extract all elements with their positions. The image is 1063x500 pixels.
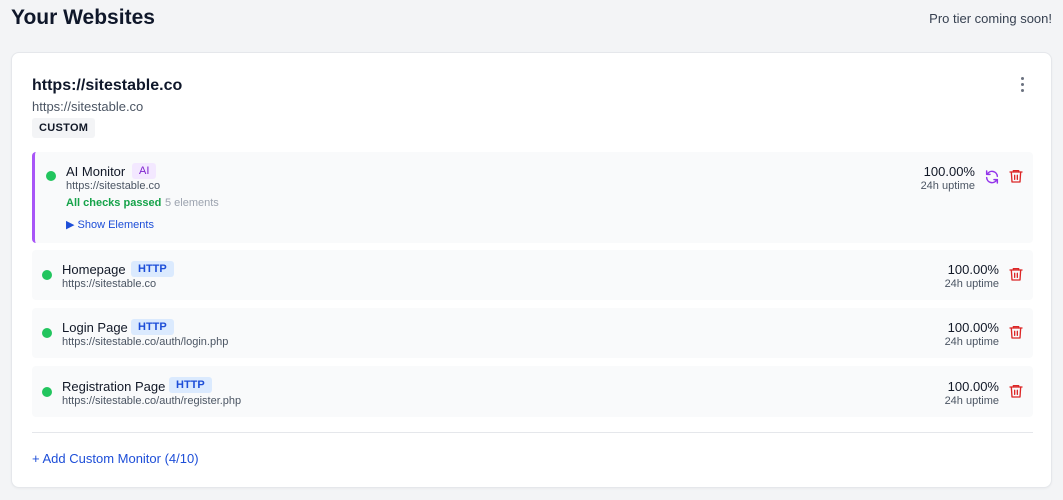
checks-status: All checks passed xyxy=(66,197,162,209)
uptime-label: 24h uptime xyxy=(920,180,975,192)
divider xyxy=(32,432,1033,433)
monitor-url: https://sitestable.co/auth/register.php xyxy=(62,395,242,407)
monitor-name: Homepage xyxy=(62,262,126,277)
trash-icon[interactable] xyxy=(1008,383,1024,399)
status-dot xyxy=(42,328,52,338)
monitor-row-http: Homepage HTTP https://sitestable.co 100.… xyxy=(32,250,1033,300)
site-url: https://sitestable.co xyxy=(32,99,144,114)
uptime-label: 24h uptime xyxy=(944,278,999,290)
monitor-type-badge: HTTP xyxy=(131,261,174,277)
monitor-url: https://sitestable.co xyxy=(66,180,161,192)
monitor-name: Login Page xyxy=(62,320,128,335)
uptime-value: 100.00% xyxy=(947,262,999,277)
site-type-badge: CUSTOM xyxy=(32,118,96,138)
monitor-url: https://sitestable.co/auth/login.php xyxy=(62,336,229,348)
uptime-value: 100.00% xyxy=(923,164,975,179)
site-title: https://sitestable.co xyxy=(32,77,183,94)
uptime-label: 24h uptime xyxy=(944,336,999,348)
monitor-url: https://sitestable.co xyxy=(62,278,157,290)
monitor-type-badge: HTTP xyxy=(169,377,212,393)
add-custom-monitor-link[interactable]: + Add Custom Monitor (4/10) xyxy=(32,451,199,466)
uptime-value: 100.00% xyxy=(947,320,999,335)
monitor-type-badge: AI xyxy=(132,163,157,179)
uptime-label: 24h uptime xyxy=(944,395,999,407)
page-title: Your Websites xyxy=(11,6,155,29)
monitor-row-http: Login Page HTTP https://sitestable.co/au… xyxy=(32,308,1033,358)
status-dot xyxy=(46,171,56,181)
uptime-value: 100.00% xyxy=(947,379,999,394)
elements-count: 5 elements xyxy=(165,197,219,209)
monitor-name: Registration Page xyxy=(62,379,166,394)
status-dot xyxy=(42,270,52,280)
monitor-row-ai: AI Monitor AI https://sitestable.co All … xyxy=(32,152,1033,243)
status-dot xyxy=(42,387,52,397)
monitor-name: AI Monitor xyxy=(66,164,126,179)
pro-tier-note: Pro tier coming soon! xyxy=(929,11,1052,26)
trash-icon[interactable] xyxy=(1008,168,1024,184)
more-vertical-icon[interactable] xyxy=(1013,73,1031,95)
monitor-row-http: Registration Page HTTP https://sitestabl… xyxy=(32,366,1033,417)
trash-icon[interactable] xyxy=(1008,266,1024,282)
website-card: https://sitestable.co https://sitestable… xyxy=(11,52,1052,488)
refresh-icon[interactable] xyxy=(984,169,1000,185)
monitor-type-badge: HTTP xyxy=(131,319,174,335)
trash-icon[interactable] xyxy=(1008,324,1024,340)
show-elements-toggle[interactable]: ▶ Show Elements xyxy=(66,218,154,231)
